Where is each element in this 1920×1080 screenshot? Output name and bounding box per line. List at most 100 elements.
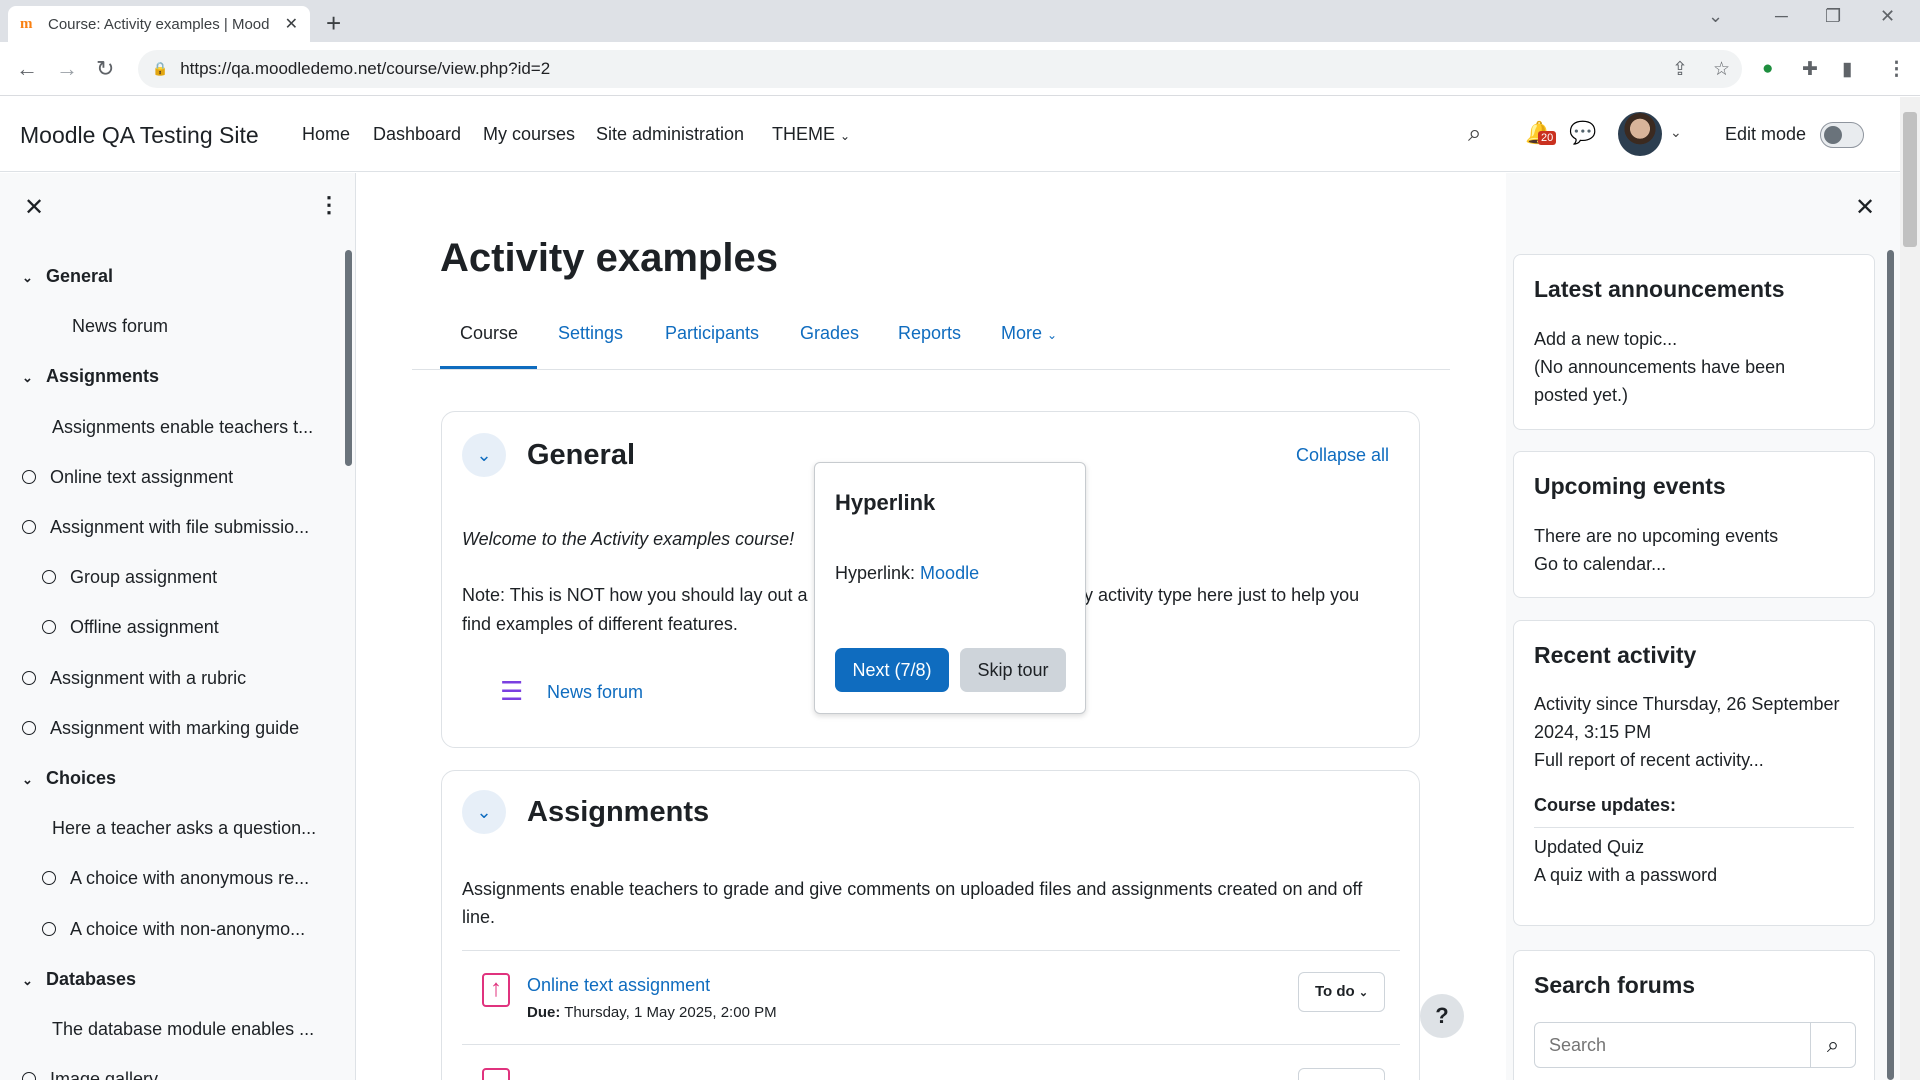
- block-drawer-scrollbar[interactable]: [1887, 250, 1894, 1080]
- search-icon[interactable]: ⌕: [1468, 120, 1481, 148]
- course-index-item[interactable]: The database module enables ...: [52, 1019, 314, 1040]
- browser-menu-icon[interactable]: ⋮: [1887, 58, 1906, 81]
- tab-more[interactable]: More ⌄: [1001, 323, 1057, 344]
- address-bar[interactable]: 🔒 https://qa.moodledemo.net/course/view.…: [138, 50, 1742, 88]
- user-avatar[interactable]: [1618, 112, 1662, 156]
- course-index-item[interactable]: Offline assignment: [42, 617, 219, 638]
- course-index-section[interactable]: ⌄ Databases: [22, 969, 136, 990]
- chevron-down-icon[interactable]: ⌄: [22, 973, 46, 989]
- course-index-label: General: [46, 266, 114, 286]
- extensions-puzzle-icon[interactable]: ✚: [1802, 58, 1818, 81]
- section-collapse-chevron-icon[interactable]: ⌄: [462, 790, 506, 834]
- tour-title: Hyperlink: [835, 490, 936, 515]
- course-index-label: Online text assignment: [50, 466, 234, 487]
- browser-tab[interactable]: m Course: Activity examples | Mood ✕: [8, 6, 310, 42]
- site-name[interactable]: Moodle QA Testing Site: [20, 122, 259, 149]
- tour-body: Hyperlink: Moodle: [835, 563, 979, 584]
- page-scrollbar-thumb[interactable]: [1903, 112, 1917, 247]
- extension-shield-icon[interactable]: ●: [1762, 58, 1773, 80]
- edit-mode-toggle[interactable]: [1820, 122, 1864, 148]
- collapse-all-link[interactable]: Collapse all: [1296, 445, 1389, 466]
- assignment-due-date: Due: Thursday, 1 May 2025, 2:00 PM: [527, 1004, 777, 1021]
- completion-circle-icon: [22, 520, 36, 534]
- chevron-down-icon: ⌄: [1047, 328, 1058, 342]
- course-index-item[interactable]: A choice with non-anonymo...: [42, 919, 305, 940]
- course-index-label: Assignment with file submissio...: [50, 517, 310, 537]
- tab-settings[interactable]: Settings: [558, 323, 623, 344]
- course-index-item[interactable]: Assignments enable teachers t...: [52, 417, 313, 438]
- tab-close-icon[interactable]: ✕: [285, 14, 298, 34]
- tour-skip-button[interactable]: Skip tour: [960, 648, 1066, 692]
- close-block-drawer-icon[interactable]: ✕: [1855, 193, 1875, 222]
- activity-since-text: Activity since Thursday, 26 September: [1534, 694, 1840, 714]
- completion-circle-icon: [22, 720, 36, 735]
- nav-site-administration[interactable]: Site administration: [596, 124, 744, 145]
- messages-icon[interactable]: 💬: [1569, 120, 1596, 146]
- window-close-icon[interactable]: ✕: [1880, 6, 1895, 27]
- course-index-item[interactable]: A choice with anonymous re...: [42, 868, 309, 889]
- bookmark-star-icon[interactable]: ☆: [1713, 58, 1730, 81]
- course-index-options-icon[interactable]: ⋮: [318, 192, 340, 218]
- nav-my-courses[interactable]: My courses: [483, 124, 575, 145]
- news-forum-link[interactable]: News forum: [547, 682, 643, 703]
- nav-dashboard[interactable]: Dashboard: [373, 124, 461, 145]
- course-index-item[interactable]: Here a teacher asks a question...: [52, 818, 316, 839]
- course-index-section[interactable]: ⌄ Assignments: [22, 366, 159, 387]
- restore-icon[interactable]: ❐: [1825, 6, 1841, 27]
- course-index-label: The database module enables ...: [52, 1019, 315, 1039]
- course-index-label: Databases: [46, 968, 137, 989]
- chevron-down-icon[interactable]: ⌄: [22, 772, 46, 788]
- close-drawer-icon[interactable]: ✕: [24, 193, 44, 222]
- help-button[interactable]: ?: [1420, 994, 1464, 1038]
- online-text-assignment-link[interactable]: Online text assignment: [527, 975, 710, 996]
- todo-dropdown-button[interactable]: [1298, 1068, 1385, 1080]
- chevron-down-icon: ⌄: [1358, 987, 1369, 999]
- nav-theme[interactable]: THEME ⌄: [772, 124, 850, 145]
- back-icon[interactable]: ←: [16, 56, 38, 82]
- course-index-item[interactable]: Assignment with a rubric: [22, 668, 246, 689]
- minimize-icon[interactable]: ─: [1775, 6, 1788, 27]
- add-topic-link[interactable]: Add a new topic...: [1534, 325, 1677, 353]
- course-index-label: Choices: [46, 768, 117, 788]
- search-forums-button[interactable]: ⌕: [1810, 1022, 1856, 1068]
- drawer-scrollbar[interactable]: [345, 250, 352, 466]
- course-index-item[interactable]: Assignment with marking guide: [22, 718, 299, 739]
- go-to-calendar-link[interactable]: Go to calendar...: [1534, 550, 1666, 578]
- reload-icon[interactable]: ↻: [96, 56, 114, 82]
- user-menu-chevron-icon[interactable]: ⌄: [1670, 124, 1682, 141]
- tab-grades[interactable]: Grades: [800, 323, 859, 344]
- course-index-item[interactable]: Assignment with file submissio...: [22, 517, 309, 538]
- block-title: Latest announcements: [1534, 276, 1785, 302]
- course-index-item[interactable]: Group assignment: [42, 567, 217, 588]
- new-tab-icon[interactable]: +: [326, 8, 341, 39]
- forward-icon[interactable]: →: [56, 56, 78, 82]
- course-index-item[interactable]: News forum: [72, 316, 168, 337]
- tab-course[interactable]: Course: [460, 323, 518, 344]
- block-title: Search forums: [1534, 972, 1696, 998]
- tab-reports[interactable]: Reports: [898, 323, 961, 344]
- completion-circle-icon: [42, 620, 56, 635]
- search-forums-input[interactable]: [1534, 1022, 1811, 1068]
- divider: [1534, 827, 1854, 828]
- chevron-down-icon[interactable]: ⌄: [22, 370, 46, 386]
- section-collapse-chevron-icon[interactable]: ⌄: [462, 433, 506, 477]
- course-index-item[interactable]: Online text assignment: [22, 467, 233, 488]
- tour-moodle-link[interactable]: Moodle: [920, 563, 979, 583]
- quiz-with-password-link[interactable]: A quiz with a password: [1534, 861, 1717, 889]
- side-panel-icon[interactable]: ▮: [1842, 58, 1852, 81]
- tab-search-chevron-icon[interactable]: ⌄: [1708, 6, 1723, 27]
- tour-next-button[interactable]: Next (7/8): [835, 648, 949, 692]
- nav-home[interactable]: Home: [302, 124, 350, 145]
- todo-dropdown-button[interactable]: To do ⌄: [1298, 972, 1385, 1012]
- note-text-line2: find examples of different features.: [462, 614, 738, 634]
- course-index-item[interactable]: Image gallery: [22, 1069, 158, 1080]
- course-index-section[interactable]: ⌄ General: [22, 266, 113, 287]
- section-title-assignments: Assignments: [527, 796, 710, 828]
- course-index-section[interactable]: ⌄ Choices: [22, 768, 116, 789]
- share-icon[interactable]: ⇪: [1672, 58, 1688, 81]
- assignments-description: Assignments enable teachers to grade and…: [462, 879, 1363, 899]
- chevron-down-icon[interactable]: ⌄: [22, 270, 46, 286]
- tabs-divider: [412, 369, 1450, 370]
- full-report-link[interactable]: Full report of recent activity...: [1534, 746, 1764, 774]
- tab-participants[interactable]: Participants: [665, 323, 759, 344]
